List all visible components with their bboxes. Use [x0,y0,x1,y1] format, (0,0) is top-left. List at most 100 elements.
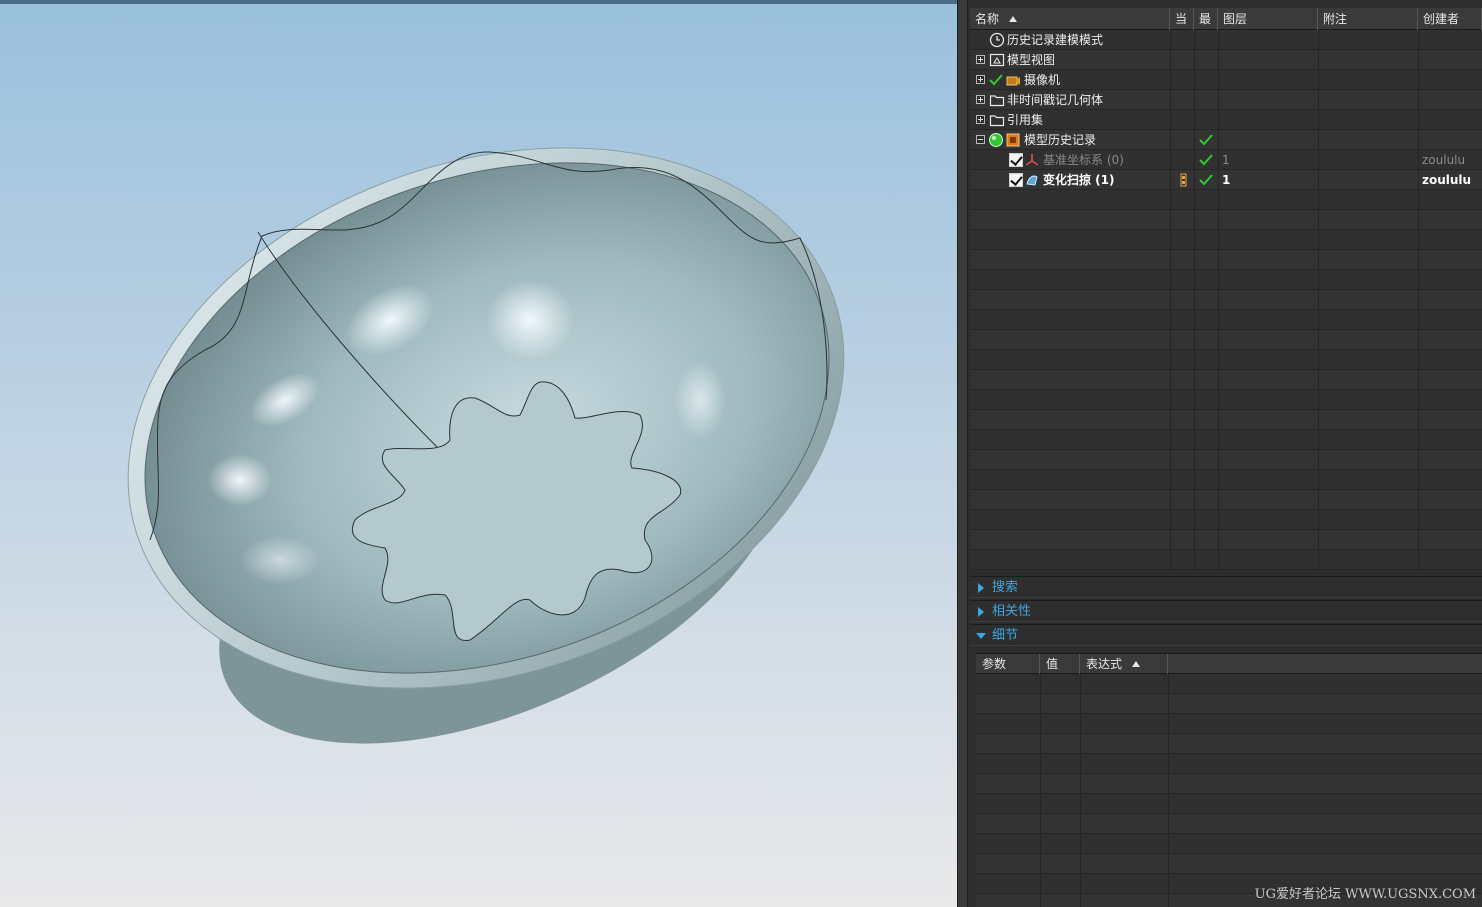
details-table [976,674,1482,907]
details-row-empty [976,714,1482,734]
tree-row-label: 摄像机 [1024,73,1061,87]
section-dependencies[interactable]: 相关性 [970,600,1482,622]
tree-row-label: 非时间戳记几何体 [1007,93,1104,107]
expand-icon[interactable] [976,115,985,124]
details-row-empty [976,834,1482,854]
column-parameter[interactable]: 参数 [976,654,1040,674]
panel-splitter[interactable] [957,0,968,907]
layer-value: 1 [1222,153,1230,167]
tree-row-model-history[interactable]: 模型历史记录 [970,130,1482,150]
tree-row-reference-sets[interactable]: 引用集 [970,110,1482,130]
tree-row-empty [970,450,1482,470]
details-row-empty [976,794,1482,814]
graphics-viewport[interactable] [0,0,957,907]
expand-icon[interactable] [976,55,985,64]
column-divider [1418,30,1419,570]
section-search[interactable]: 搜索 [970,576,1482,598]
green-ball-icon [989,133,1003,147]
variational-sweep-icon [1026,175,1038,186]
tree-row-empty [970,510,1482,530]
tree-row-empty [970,430,1482,450]
column-value[interactable]: 值 [1040,654,1080,674]
current-feature-icon [1180,173,1187,187]
tree-row-empty [970,250,1482,270]
part-navigator: 名称 当 最 图层 附注 创建者 历史记录建模模式 模型视图 摄像机 非时间戳记… [968,0,1482,907]
details-row-empty [976,854,1482,874]
details-row-empty [976,814,1482,834]
sort-ascending-icon [1132,661,1141,667]
column-latest[interactable]: 最 [1194,8,1218,30]
tree-row-label: 基准坐标系 (0) [1043,153,1124,167]
latest-check-icon [1199,174,1213,186]
model-view-icon [989,53,1005,67]
tree-row-datum-csys[interactable]: 基准坐标系 (0) 1 zoululu [970,150,1482,170]
tree-column-header: 名称 当 最 图层 附注 创建者 [970,8,1482,30]
feature-checkbox[interactable] [1009,153,1023,167]
tree-row-empty [970,210,1482,230]
bowl-model[interactable] [0,0,957,907]
column-divider [1040,674,1041,907]
tree-row-empty [970,490,1482,510]
tree-row-model-views[interactable]: 模型视图 [970,50,1482,70]
creator-value: zoululu [1422,173,1472,187]
layer-value: 1 [1222,173,1231,187]
green-check-icon [989,74,1003,86]
details-row-empty [976,774,1482,794]
collapse-arrow-icon [976,633,986,639]
column-divider [1168,674,1169,907]
column-layer[interactable]: 图层 [1218,8,1318,30]
tree-row-label: 历史记录建模模式 [1007,33,1104,47]
tree-row-empty [970,370,1482,390]
tree-row-cameras[interactable]: 摄像机 [970,70,1482,90]
expand-arrow-icon [978,583,984,593]
details-row-empty [976,674,1482,694]
datum-csys-icon [1025,154,1039,166]
column-name[interactable]: 名称 [970,8,1170,30]
forum-watermark: UG爱好者论坛 WWW.UGSNX.COM [1254,887,1476,902]
tree-row-empty [970,470,1482,490]
tree-row-empty [970,330,1482,350]
expand-icon[interactable] [976,95,985,104]
expand-arrow-icon [978,607,984,617]
tree-row-label: 模型历史记录 [1024,133,1097,147]
camera-icon [1006,76,1020,86]
creator-value: zoululu [1422,153,1466,167]
column-divider [1318,30,1319,570]
latest-check-icon [1199,134,1213,146]
column-divider [1218,30,1219,570]
tree-row-empty [970,290,1482,310]
column-divider [1194,30,1195,570]
tree-row-empty [970,350,1482,370]
clock-icon [989,32,1005,48]
section-title: 细节 [992,628,1019,643]
tree-row-empty [970,190,1482,210]
column-notes[interactable]: 附注 [1318,8,1418,30]
section-title: 相关性 [992,604,1032,619]
tree-row-empty [970,270,1482,290]
feature-checkbox[interactable] [1009,173,1023,187]
tree-row-history-mode[interactable]: 历史记录建模模式 [970,30,1482,50]
folder-icon [989,115,1005,127]
column-expression[interactable]: 表达式 [1080,654,1168,674]
section-details[interactable]: 细节 [970,624,1482,646]
tree-row-empty [970,530,1482,550]
history-icon [1006,133,1020,147]
tree-row-label: 变化扫掠 (1) [1043,173,1115,187]
details-row-empty [976,694,1482,714]
collapse-icon[interactable] [976,135,985,144]
details-column-header: 参数 值 表达式 [976,653,1482,674]
tree-row-empty [970,410,1482,430]
tree-row-empty [970,310,1482,330]
latest-check-icon [1199,154,1213,166]
section-title: 搜索 [992,580,1019,595]
column-current[interactable]: 当 [1170,8,1194,30]
tree-row-empty [970,390,1482,410]
tree-row-unused-geometry[interactable]: 非时间戳记几何体 [970,90,1482,110]
tree-row-variational-sweep[interactable]: 变化扫掠 (1) 1 zoululu [970,170,1482,190]
column-creator[interactable]: 创建者 [1418,8,1482,30]
column-divider [1170,30,1171,570]
expand-icon[interactable] [976,75,985,84]
details-row-empty [976,734,1482,754]
tree-row-empty [970,550,1482,570]
tree-row-label: 引用集 [1007,113,1044,127]
